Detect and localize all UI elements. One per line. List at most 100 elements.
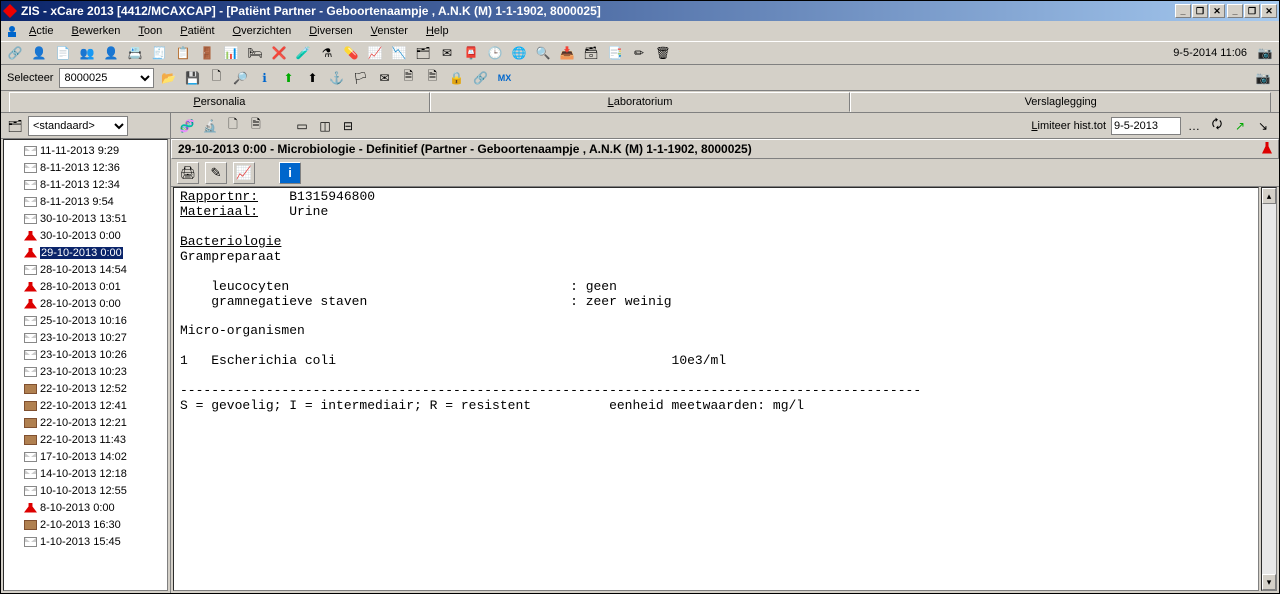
flag-icon[interactable]: 🏳 xyxy=(350,68,370,88)
menu-actie[interactable]: Actie xyxy=(21,23,61,39)
export-icon[interactable]: ↗ xyxy=(1230,116,1250,136)
tree-item[interactable]: 25-10-2013 10:16 xyxy=(24,312,167,329)
minimize-inner-button[interactable]: _ xyxy=(1175,4,1191,18)
limit-date-input[interactable] xyxy=(1111,117,1181,135)
tab-verslaglegging[interactable]: Verslaglegging xyxy=(850,92,1271,112)
tool-4[interactable]: 👥 xyxy=(77,43,97,63)
open-icon[interactable]: 📂 xyxy=(158,68,178,88)
tree-item[interactable]: 22-10-2013 12:41 xyxy=(24,397,167,414)
tree-item[interactable]: 2-10-2013 16:30 xyxy=(24,516,167,533)
tree-item[interactable]: 23-10-2013 10:27 xyxy=(24,329,167,346)
tool-19[interactable]: ✉ xyxy=(437,43,457,63)
tool-12[interactable]: ❌ xyxy=(269,43,289,63)
report-body[interactable]: Rapportnr: B1315946800 Materiaal: Urine … xyxy=(173,187,1259,591)
tree-item[interactable]: 17-10-2013 14:02 xyxy=(24,448,167,465)
tool-2[interactable]: 👤 xyxy=(29,43,49,63)
tab-personalia[interactable]: Personalia xyxy=(9,92,430,112)
tree-item[interactable]: 23-10-2013 10:26 xyxy=(24,346,167,363)
doc2-icon[interactable]: 🗎 xyxy=(422,68,442,88)
import-icon[interactable]: ↘ xyxy=(1253,116,1273,136)
chart-button[interactable]: 📈 xyxy=(233,162,255,184)
scroll-up-icon[interactable]: ▴ xyxy=(1262,188,1276,204)
menu-venster[interactable]: Venster xyxy=(363,23,416,39)
tree-item[interactable]: 1-10-2013 15:45 xyxy=(24,533,167,550)
patient-selector[interactable]: 8000025 xyxy=(59,68,154,88)
tree-item[interactable]: 14-10-2013 12:18 xyxy=(24,465,167,482)
view2-icon[interactable]: 🔬 xyxy=(200,116,220,136)
tool-25[interactable]: 🗃 xyxy=(581,43,601,63)
menu-toon[interactable]: Toon xyxy=(130,23,170,39)
scroll-down-icon[interactable]: ▾ xyxy=(1262,574,1276,590)
tool-27[interactable]: ✏ xyxy=(629,43,649,63)
tool-9[interactable]: 🚪 xyxy=(197,43,217,63)
refresh-icon[interactable]: 🗘 xyxy=(1207,116,1227,136)
tool-11[interactable]: 🛏 xyxy=(245,43,265,63)
tree-item[interactable]: 22-10-2013 12:52 xyxy=(24,380,167,397)
tree-green-icon[interactable]: ⬆ xyxy=(278,68,298,88)
date-picker-icon[interactable]: … xyxy=(1184,116,1204,136)
tool-3[interactable]: 📄 xyxy=(53,43,73,63)
tool-16[interactable]: 📈 xyxy=(365,43,385,63)
lock-icon[interactable]: 🔒 xyxy=(446,68,466,88)
tool-14[interactable]: ⚗ xyxy=(317,43,337,63)
mx-icon[interactable]: MX xyxy=(494,68,514,88)
tool-23[interactable]: 🔍 xyxy=(533,43,553,63)
view3-icon[interactable]: 🗋 xyxy=(223,116,243,136)
tool-6[interactable]: 📇 xyxy=(125,43,145,63)
search-icon[interactable]: 🔎 xyxy=(230,68,250,88)
view1-icon[interactable]: 🧬 xyxy=(177,116,197,136)
anchor-icon[interactable]: ⚓ xyxy=(326,68,346,88)
mail-icon[interactable]: ✉ xyxy=(374,68,394,88)
tree-item[interactable]: 30-10-2013 13:51 xyxy=(24,210,167,227)
tree-item[interactable]: 23-10-2013 10:23 xyxy=(24,363,167,380)
new-icon[interactable]: 🗋 xyxy=(206,68,226,88)
info-button[interactable]: i xyxy=(279,162,301,184)
menu-help[interactable]: Help xyxy=(418,23,457,39)
tool-10[interactable]: 📊 xyxy=(221,43,241,63)
camera-icon[interactable] xyxy=(1255,43,1275,63)
tree-item[interactable]: 30-10-2013 0:00 xyxy=(24,227,167,244)
tool-1[interactable]: 🔗 xyxy=(5,43,25,63)
tool-13[interactable]: 🧪 xyxy=(293,43,313,63)
tree-item[interactable]: 28-10-2013 0:01 xyxy=(24,278,167,295)
doc-icon[interactable]: 🗎 xyxy=(398,68,418,88)
close-inner-button[interactable]: ✕ xyxy=(1209,4,1225,18)
history-tree[interactable]: 11-11-2013 9:298-11-2013 12:36 8-11-2013 … xyxy=(3,139,168,591)
maximize-inner-button[interactable]: ❐ xyxy=(1192,4,1208,18)
report-scrollbar[interactable]: ▴ ▾ xyxy=(1261,187,1277,591)
tree-item[interactable]: 29-10-2013 0:00 xyxy=(24,244,167,261)
minimize-button[interactable]: _ xyxy=(1227,4,1243,18)
layout3-icon[interactable]: ⊟ xyxy=(338,116,358,136)
tree-item[interactable]: 22-10-2013 12:21 xyxy=(24,414,167,431)
tool-21[interactable]: 🕒 xyxy=(485,43,505,63)
tool-26[interactable]: 📑 xyxy=(605,43,625,63)
filter-icon[interactable]: 🗂 xyxy=(5,116,25,136)
print-button[interactable]: 🖨 xyxy=(177,162,199,184)
maximize-button[interactable]: ❐ xyxy=(1244,4,1260,18)
menu-diversen[interactable]: Diversen xyxy=(301,23,360,39)
save-icon[interactable]: 💾 xyxy=(182,68,202,88)
tool-24[interactable]: 📥 xyxy=(557,43,577,63)
tree-item[interactable]: 10-10-2013 12:55 xyxy=(24,482,167,499)
edit-button[interactable]: ✎ xyxy=(205,162,227,184)
camera2-icon[interactable] xyxy=(1253,68,1273,88)
menu-bewerken[interactable]: Bewerken xyxy=(63,23,128,39)
tool-7[interactable]: 🧾 xyxy=(149,43,169,63)
tool-18[interactable]: 🗂 xyxy=(413,43,433,63)
close-button[interactable]: ✕ xyxy=(1261,4,1277,18)
tree-item[interactable]: 8-11-2013 9:54 xyxy=(24,193,167,210)
layout2-icon[interactable]: ◫ xyxy=(315,116,335,136)
tree-item[interactable]: 8-10-2013 0:00 xyxy=(24,499,167,516)
tree-item[interactable]: 11-11-2013 9:29 xyxy=(24,142,167,159)
tree-item[interactable]: 28-10-2013 0:00 xyxy=(24,295,167,312)
tool-22[interactable]: 🌐 xyxy=(509,43,529,63)
filter-select[interactable]: <standaard> xyxy=(28,116,128,136)
menu-overzichten[interactable]: Overzichten xyxy=(225,23,300,39)
tool-17[interactable]: 📉 xyxy=(389,43,409,63)
menu-patient[interactable]: Patiënt xyxy=(172,23,222,39)
layout1-icon[interactable]: ▭ xyxy=(292,116,312,136)
tool-5[interactable]: 👤 xyxy=(101,43,121,63)
tool-15[interactable]: 💊 xyxy=(341,43,361,63)
tree-item[interactable]: 22-10-2013 11:43 xyxy=(24,431,167,448)
tree-item[interactable]: 8-11-2013 12:36 xyxy=(24,159,167,176)
